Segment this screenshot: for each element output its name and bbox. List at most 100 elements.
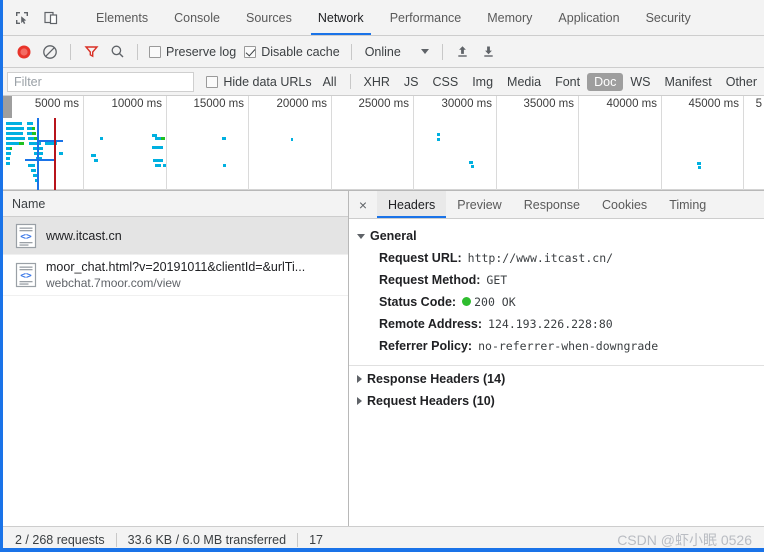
overview-request-bar-download (161, 137, 165, 140)
general-row-referrer-policy: Referrer Policy: no-referrer-when-downgr… (349, 335, 764, 357)
overview-request-bar (437, 138, 440, 141)
close-icon[interactable]: × (349, 191, 377, 218)
overview-request-bar (28, 164, 35, 167)
status-divider-1 (115, 532, 117, 547)
request-headers-section-header[interactable]: Request Headers (10) (349, 390, 764, 412)
tab-timing[interactable]: Timing (658, 191, 717, 218)
request-method-key: Request Method: (379, 273, 481, 287)
overview-request-bar (6, 127, 24, 130)
filter-type-xhr[interactable]: XHR (357, 73, 397, 91)
status-code-value: 200 OK (462, 295, 516, 309)
tab-cookies-label: Cookies (602, 197, 648, 212)
tab-elements[interactable]: Elements (83, 0, 161, 35)
devtools-window: Elements Console Sources Network Perform… (0, 0, 764, 552)
svg-text:<>: <> (20, 231, 32, 242)
hide-data-urls-checkbox[interactable]: Hide data URLs (202, 75, 315, 89)
tab-headers[interactable]: Headers (377, 191, 447, 218)
tab-performance[interactable]: Performance (377, 0, 475, 35)
response-headers-section-header[interactable]: Response Headers (14) (349, 368, 764, 390)
overview-request-bar (91, 154, 96, 157)
clear-button[interactable] (37, 39, 63, 65)
filter-input[interactable] (7, 71, 195, 92)
device-toolbar-icon[interactable] (41, 8, 61, 28)
tab-elements-label: Elements (96, 10, 149, 25)
request-list: Name <> www.itcast.cn <> moor_chat.html?… (3, 191, 349, 526)
tab-timing-label: Timing (669, 197, 707, 212)
filter-type-manifest[interactable]: Manifest (657, 73, 718, 91)
overview-request-bar (6, 157, 10, 160)
column-header-name: Name (12, 196, 46, 211)
overview-request-bar (152, 146, 163, 149)
overview-request-bar (155, 164, 161, 167)
remote-address-key: Remote Address: (379, 317, 483, 331)
general-row-request-url: Request URL: http://www.itcast.cn/ (349, 247, 764, 269)
tab-response-label: Response (523, 197, 581, 212)
export-har-button[interactable] (476, 39, 502, 65)
details-tabbar: × Headers Preview Response Cookies Timin… (349, 191, 764, 219)
tab-network[interactable]: Network (305, 0, 377, 35)
overview-request-bar-download (32, 132, 36, 135)
search-icon[interactable] (104, 39, 130, 65)
status-code-text: 200 OK (474, 295, 516, 309)
filter-type-ws[interactable]: WS (623, 73, 657, 91)
network-overview-timeline[interactable]: 5000 ms 10000 ms 15000 ms 20000 ms 25000 ms 3… (3, 96, 764, 191)
table-row[interactable]: <> moor_chat.html?v=20191011&clientId=&u… (3, 255, 348, 296)
request-list-header[interactable]: Name (3, 191, 348, 217)
filter-icon[interactable] (78, 39, 104, 65)
general-section-header[interactable]: General (349, 225, 764, 247)
tab-sources[interactable]: Sources (233, 0, 305, 35)
details-content: General Request URL: http://www.itcast.c… (349, 219, 764, 526)
dom-content-loaded-marker (37, 118, 39, 190)
chevron-down-icon (357, 233, 365, 239)
tab-security[interactable]: Security (633, 0, 704, 35)
overview-request-bar (31, 169, 36, 172)
overview-selection-line (37, 140, 63, 142)
disable-cache-checkbox[interactable]: Disable cache (240, 45, 344, 59)
filter-type-font[interactable]: Font (548, 73, 587, 91)
filter-type-css[interactable]: CSS (426, 73, 466, 91)
tab-performance-label: Performance (389, 10, 462, 25)
tab-console[interactable]: Console (161, 0, 233, 35)
tab-memory[interactable]: Memory (474, 0, 545, 35)
disable-cache-box (244, 45, 257, 58)
request-name: moor_chat.html?v=20191011&clientId=&urlT… (46, 260, 306, 274)
panel-tabs: Elements Console Sources Network Perform… (83, 0, 704, 35)
request-headers-title: Request Headers (10) (367, 394, 495, 408)
overview-request-bar-download (32, 127, 35, 130)
tab-application[interactable]: Application (545, 0, 632, 35)
filter-type-media[interactable]: Media (500, 73, 548, 91)
inspect-element-icon[interactable] (12, 8, 32, 28)
filter-type-js[interactable]: JS (397, 73, 426, 91)
tab-sources-label: Sources (245, 10, 292, 25)
preserve-log-checkbox[interactable]: Preserve log (145, 45, 240, 59)
overview-request-bar (291, 138, 293, 141)
request-url-value[interactable]: http://www.itcast.cn/ (468, 251, 613, 265)
import-har-button[interactable] (450, 39, 476, 65)
hide-data-urls-box (206, 75, 219, 88)
throttling-dropdown[interactable]: Online (359, 45, 435, 59)
chevron-right-icon (357, 397, 362, 405)
general-section-title: General (370, 229, 417, 243)
tab-preview[interactable]: Preview (446, 191, 512, 218)
table-row[interactable]: <> www.itcast.cn (3, 217, 348, 255)
overview-request-bar (223, 164, 226, 167)
chevron-down-icon (420, 49, 429, 54)
toolbar-divider-4 (441, 43, 443, 60)
tab-cookies[interactable]: Cookies (591, 191, 658, 218)
filter-type-img[interactable]: Img (465, 73, 500, 91)
filter-type-all[interactable]: All (316, 73, 344, 91)
tab-response[interactable]: Response (513, 191, 591, 218)
filter-type-doc[interactable]: Doc (587, 72, 624, 91)
tab-application-label: Application (558, 10, 620, 25)
tab-preview-label: Preview (457, 197, 502, 212)
window-bottom-accent (3, 548, 764, 552)
referrer-policy-key: Referrer Policy: (379, 339, 473, 353)
record-button[interactable] (11, 39, 37, 65)
hide-data-urls-label: Hide data URLs (223, 74, 312, 89)
overview-request-bar (437, 133, 440, 136)
document-code-icon: <> (15, 223, 37, 249)
filter-type-other[interactable]: Other (719, 73, 764, 91)
toolbar-divider-1 (70, 43, 71, 60)
request-text-block: www.itcast.cn (46, 229, 122, 243)
overview-request-bar-download (10, 147, 12, 150)
